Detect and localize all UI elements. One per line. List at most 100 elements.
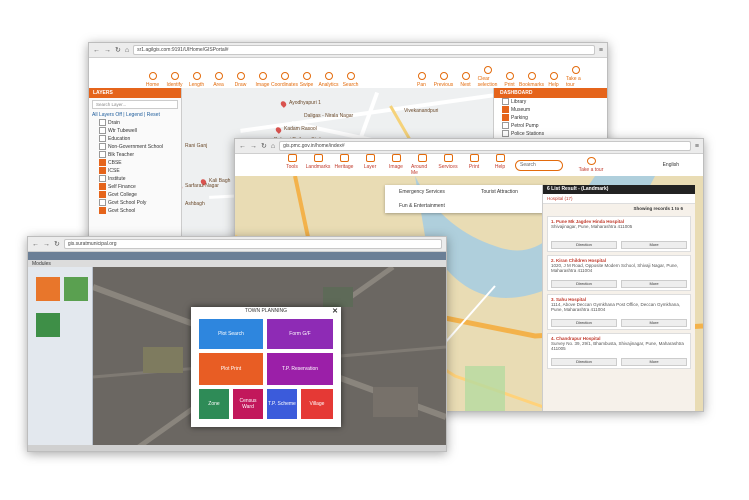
- modal-button[interactable]: Census Ward: [233, 389, 263, 419]
- layer-item[interactable]: Wtr Tubewell: [89, 127, 181, 135]
- toolbar-button[interactable]: Analytics: [319, 72, 339, 88]
- result-card[interactable]: 4. Chandrapur Hospital Survey No. 39, 29/…: [547, 333, 691, 369]
- layer-item[interactable]: CBSE: [89, 159, 181, 167]
- reload-icon[interactable]: ↻: [54, 240, 60, 248]
- toolbar-button[interactable]: Bookmarks: [519, 72, 544, 88]
- home-icon[interactable]: ⌂: [125, 47, 129, 54]
- satellite-map[interactable]: TOWN PLANNING ✕ Plot Search Form G/F Plot …: [93, 267, 446, 451]
- layer-item[interactable]: Education: [89, 135, 181, 143]
- toolbar-button[interactable]: Services: [437, 154, 459, 176]
- toolbar-button[interactable]: Layer: [359, 154, 381, 176]
- results-category[interactable]: Hospital (17): [543, 194, 695, 204]
- direction-button[interactable]: Direction: [551, 319, 617, 327]
- dashboard-checkbox[interactable]: [502, 130, 509, 138]
- layer-item[interactable]: Govt School Poly: [89, 199, 181, 207]
- reload-icon[interactable]: ↻: [261, 142, 267, 150]
- toolbar-button[interactable]: Print: [500, 72, 519, 88]
- popup-item-fun[interactable]: Fun & Entertainment: [399, 203, 445, 209]
- layer-item[interactable]: Govt School: [89, 207, 181, 215]
- modal-button[interactable]: Form G/F: [267, 319, 333, 349]
- toolbar-button[interactable]: Previous: [434, 72, 453, 88]
- dashboard-checkbox[interactable]: [502, 106, 509, 114]
- toolbar-button[interactable]: Tools: [281, 154, 303, 176]
- modal-button[interactable]: T.P. Reservation: [267, 353, 333, 385]
- forward-icon[interactable]: →: [43, 241, 50, 248]
- layer-item[interactable]: Govt College: [89, 191, 181, 199]
- legend-link[interactable]: Legend: [126, 112, 143, 118]
- layer-item[interactable]: Self Finance: [89, 183, 181, 191]
- toolbar-button[interactable]: Heritage: [333, 154, 355, 176]
- all-layers-off-link[interactable]: All Layers Off: [92, 112, 122, 118]
- modal-button[interactable]: Plot Search: [199, 319, 263, 349]
- layer-controls[interactable]: All Layers Off | Legend | Reset: [89, 111, 181, 119]
- toolbar-button[interactable]: Print: [463, 154, 485, 176]
- url-bar[interactable]: gis.suratmunicipal.org: [63, 239, 442, 249]
- language-select[interactable]: English: [663, 162, 679, 168]
- layer-checkbox[interactable]: [99, 167, 106, 175]
- direction-button[interactable]: Direction: [551, 241, 617, 249]
- dashboard-checkbox[interactable]: [502, 114, 509, 122]
- menu-icon[interactable]: ≡: [695, 143, 699, 150]
- result-card[interactable]: 3. Sahu Hospital 1114, Above Deccan Gymkh…: [547, 294, 691, 330]
- layer-item[interactable]: Institute: [89, 175, 181, 183]
- result-card[interactable]: 2. Kiran Children Hospital 1020, J M Road…: [547, 255, 691, 291]
- toolbar-button[interactable]: Swipe: [297, 72, 316, 88]
- toolbar-button[interactable]: Next: [456, 72, 475, 88]
- layer-item[interactable]: ICSE: [89, 167, 181, 175]
- url-bar[interactable]: sr1.agilgis.com:9191/UIHome/GISPortal#: [133, 45, 595, 55]
- result-card[interactable]: 1. Pune Mk Jagdev Hinda Hospital Shivajin…: [547, 216, 691, 252]
- layer-checkbox[interactable]: [99, 175, 106, 183]
- menu-icon[interactable]: ≡: [599, 47, 603, 54]
- dashboard-item[interactable]: Library: [494, 98, 607, 106]
- toolbar-button[interactable]: Home: [143, 72, 162, 88]
- module-tile-orange[interactable]: [36, 277, 60, 301]
- back-icon[interactable]: ←: [93, 47, 100, 54]
- layer-checkbox[interactable]: [99, 191, 106, 199]
- toolbar-button[interactable]: Search: [341, 72, 360, 88]
- layer-checkbox[interactable]: [99, 199, 106, 207]
- layer-item[interactable]: Drain: [89, 119, 181, 127]
- modal-button[interactable]: Plot Print: [199, 353, 263, 385]
- home-icon[interactable]: ⌂: [271, 143, 275, 150]
- toolbar-button[interactable]: Image: [385, 154, 407, 176]
- layer-checkbox[interactable]: [99, 119, 106, 127]
- toolbar-button[interactable]: Length: [187, 72, 206, 88]
- dashboard-checkbox[interactable]: [502, 98, 509, 106]
- toolbar-button[interactable]: Pan: [412, 72, 431, 88]
- popup-item-tourist[interactable]: Tourist Attraction: [481, 189, 518, 195]
- modal-button[interactable]: Village: [301, 389, 333, 419]
- layer-item[interactable]: Blk Teacher: [89, 151, 181, 159]
- direction-button[interactable]: Direction: [551, 280, 617, 288]
- modal-button[interactable]: T.P. Scheme: [267, 389, 297, 419]
- dashboard-item[interactable]: Police Stations: [494, 130, 607, 138]
- more-button[interactable]: More: [621, 319, 687, 327]
- back-icon[interactable]: ←: [239, 143, 246, 150]
- toolbar-button[interactable]: Clear selection: [478, 66, 497, 88]
- toolbar-button[interactable]: Around Me: [411, 154, 433, 176]
- layer-checkbox[interactable]: [99, 135, 106, 143]
- toolbar-button[interactable]: Identify: [165, 72, 184, 88]
- close-icon[interactable]: ✕: [332, 307, 338, 315]
- module-tile-map[interactable]: [36, 313, 60, 337]
- forward-icon[interactable]: →: [250, 143, 257, 150]
- layer-checkbox[interactable]: [99, 143, 106, 151]
- more-button[interactable]: More: [621, 358, 687, 366]
- dashboard-item[interactable]: Parking: [494, 114, 607, 122]
- layer-checkbox[interactable]: [99, 151, 106, 159]
- layer-search-input[interactable]: Search Layer...: [92, 100, 178, 109]
- toolbar-button[interactable]: Area: [209, 72, 228, 88]
- dashboard-checkbox[interactable]: [502, 122, 509, 130]
- back-icon[interactable]: ←: [32, 241, 39, 248]
- layer-checkbox[interactable]: [99, 159, 106, 167]
- dashboard-item[interactable]: Petrol Pump: [494, 122, 607, 130]
- more-button[interactable]: More: [621, 241, 687, 249]
- layer-item[interactable]: Non-Government School: [89, 143, 181, 151]
- reload-icon[interactable]: ↻: [115, 46, 121, 54]
- direction-button[interactable]: Direction: [551, 358, 617, 366]
- layer-checkbox[interactable]: [99, 183, 106, 191]
- toolbar-button[interactable]: Coordinates: [271, 72, 298, 88]
- toolbar-button[interactable]: Landmarks: [306, 154, 330, 176]
- take-tour-button[interactable]: Take a tour: [577, 157, 605, 173]
- module-tile-green[interactable]: [64, 277, 88, 301]
- layer-checkbox[interactable]: [99, 127, 106, 135]
